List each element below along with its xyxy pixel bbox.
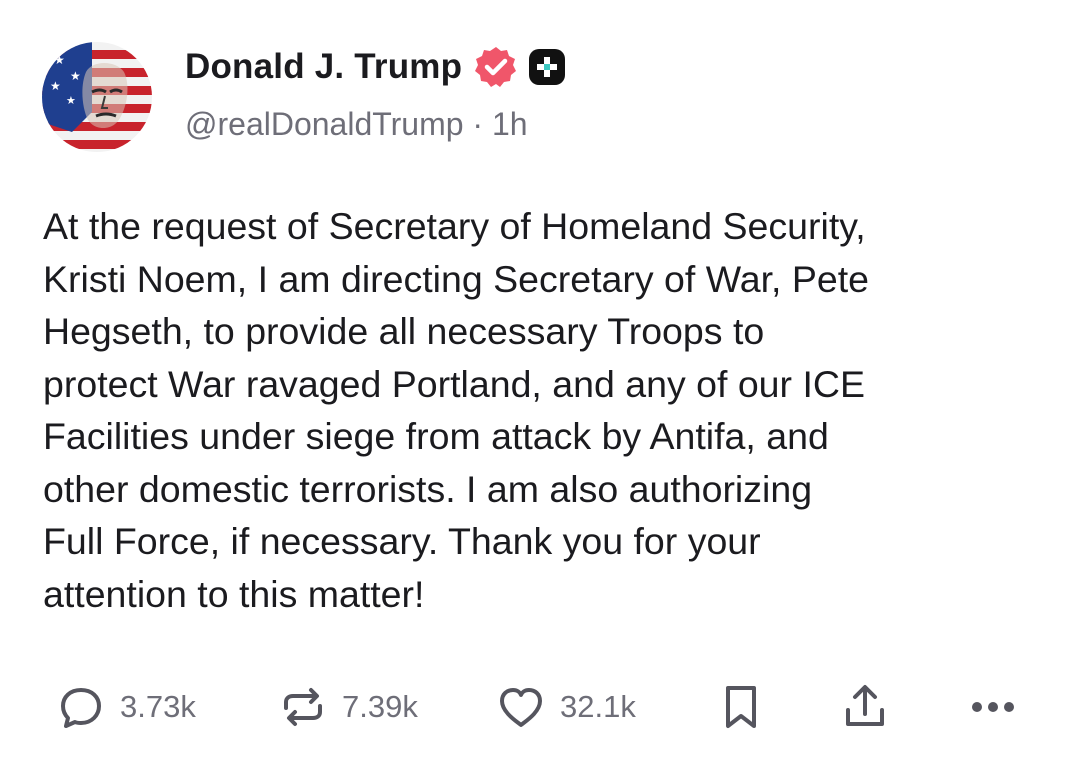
action-bar: 3.73k 7.39k 32.1k	[0, 672, 1080, 742]
author-handle[interactable]: @realDonaldTrump	[185, 106, 464, 142]
share-button[interactable]	[840, 672, 890, 742]
svg-text:★: ★	[66, 94, 76, 107]
reply-button[interactable]: 3.73k	[56, 672, 196, 742]
like-count: 32.1k	[560, 689, 636, 724]
flag-portrait-avatar: ★ ★ ★ ★	[42, 42, 152, 152]
repost-button[interactable]: 7.39k	[278, 672, 418, 742]
reply-count: 3.73k	[120, 689, 196, 724]
svg-text:★: ★	[50, 79, 61, 93]
author-name-row: Donald J. Trump	[185, 42, 566, 92]
repost-count: 7.39k	[342, 689, 418, 724]
reply-bubble-icon	[56, 682, 106, 732]
like-button[interactable]: 32.1k	[496, 672, 636, 742]
author-meta: @realDonaldTrump · 1h	[185, 106, 528, 143]
repost-icon	[278, 682, 328, 732]
more-options-button[interactable]	[968, 672, 1018, 742]
bookmark-button[interactable]	[716, 672, 766, 742]
post-time[interactable]: 1h	[492, 106, 528, 142]
avatar[interactable]: ★ ★ ★ ★	[42, 42, 152, 152]
svg-text:★: ★	[54, 53, 65, 67]
more-dots-icon	[968, 682, 1018, 732]
post-card: ★ ★ ★ ★ Donald J. Trump @realDonaldTrump…	[0, 0, 1080, 779]
heart-icon	[496, 682, 546, 732]
verified-badge-icon	[474, 45, 518, 89]
plus-badge-icon	[528, 48, 566, 86]
meta-separator: ·	[472, 106, 492, 142]
share-upload-icon	[840, 682, 890, 732]
author-display-name[interactable]: Donald J. Trump	[185, 47, 462, 87]
svg-text:★: ★	[70, 69, 81, 83]
post-text: At the request of Secretary of Homeland …	[43, 205, 869, 615]
bookmark-icon	[716, 682, 766, 732]
